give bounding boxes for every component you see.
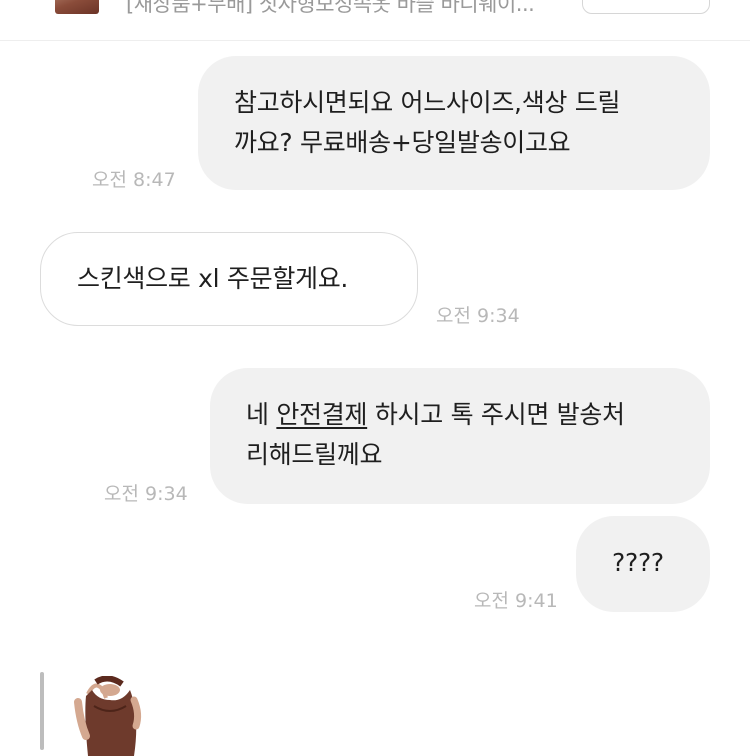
message-bubble-outgoing: 참고하시면되요 어느사이즈,색상 드릴 까요? 무료배송+당일발송이고요 <box>198 56 710 190</box>
product-thumbnail[interactable] <box>55 0 99 14</box>
message-text: 네 <box>246 400 277 429</box>
quote-divider <box>40 672 44 750</box>
product-image[interactable] <box>66 676 156 756</box>
message-timestamp: 오전 9:34 <box>436 305 520 327</box>
message-timestamp: 오전 9:34 <box>104 483 188 505</box>
product-action-button[interactable] <box>582 0 710 14</box>
message-bubble-outgoing: ???? <box>576 516 710 612</box>
message-text-line: 네 안전결제 하시고 톡 주시면 발송처 <box>246 395 710 435</box>
safe-payment-link[interactable]: 안전결제 <box>276 400 367 429</box>
message-bubble-outgoing: 네 안전결제 하시고 톡 주시면 발송처 리해드릴께요 <box>210 368 710 504</box>
message-text: 하시고 톡 주시면 발송처 <box>367 400 625 429</box>
message-text: ???? <box>612 548 664 577</box>
bodysuit-image <box>66 676 156 756</box>
message-timestamp: 오전 9:41 <box>474 590 558 612</box>
message-bubble-incoming: 스킨색으로 xl 주문할게요. <box>40 232 418 326</box>
message-text: 참고하시면되요 어느사이즈,색상 드릴 <box>234 88 621 117</box>
message-text: 스킨색으로 xl 주문할게요. <box>77 264 349 293</box>
message-text: 리해드릴께요 <box>246 440 383 469</box>
message-text: 까요? 무료배송+당일발송이고요 <box>234 128 571 157</box>
chat-product-header: [새상품+무배] 짓자형보정속옷 바슬 바디웨이... <box>0 0 750 41</box>
product-title[interactable]: [새상품+무배] 짓자형보정속옷 바슬 바디웨이... <box>126 0 535 18</box>
message-timestamp: 오전 8:47 <box>92 169 176 191</box>
